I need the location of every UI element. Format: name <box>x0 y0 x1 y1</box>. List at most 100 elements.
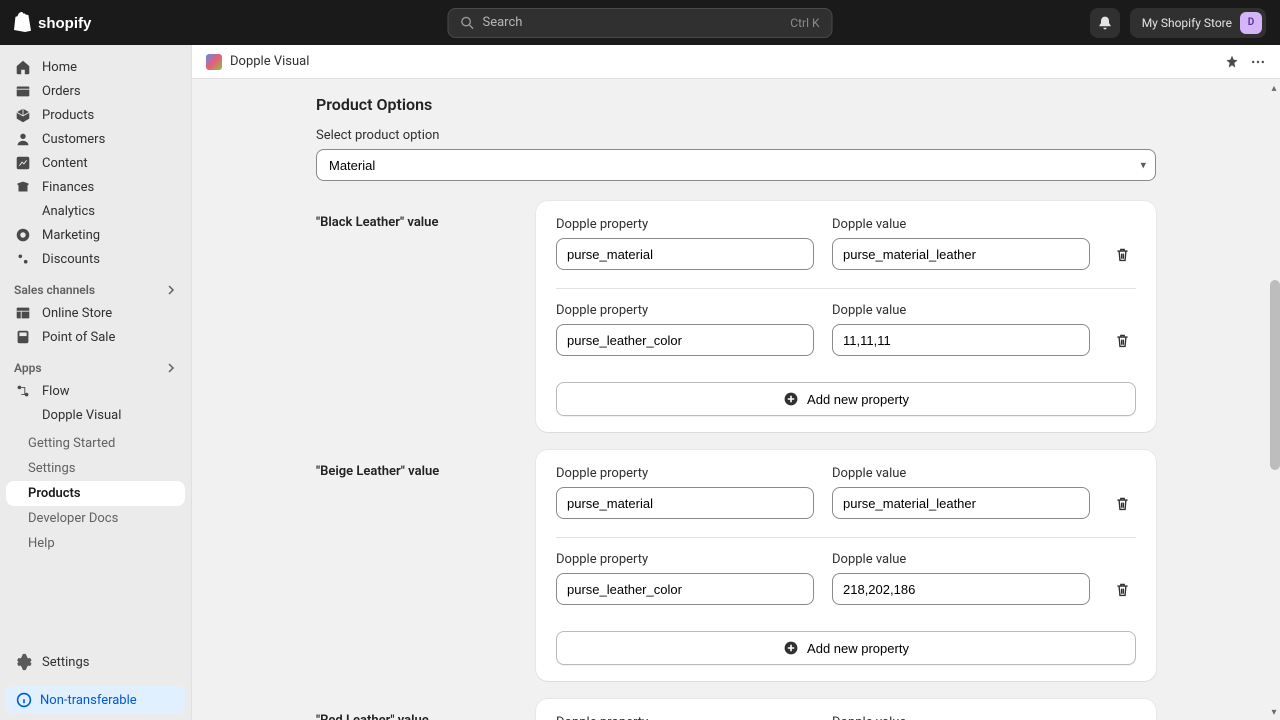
add-property-button[interactable]: Add new property <box>556 382 1136 416</box>
scroll-up-arrow[interactable]: ▴ <box>1268 82 1280 94</box>
app-sub-settings[interactable]: Settings <box>6 456 185 481</box>
value-input[interactable] <box>832 573 1090 605</box>
sidebar-item-point-of-sale[interactable]: Point of Sale <box>6 325 185 349</box>
value-input[interactable] <box>832 238 1090 270</box>
sidebar-item-flow[interactable]: Flow <box>6 379 185 403</box>
option-value-label: "Beige Leather" value <box>316 450 516 479</box>
value-input[interactable] <box>832 324 1090 356</box>
sidebar-item-orders[interactable]: Orders <box>6 79 185 103</box>
property-label: Dopple property <box>556 303 814 318</box>
value-label: Dopple value <box>832 303 1090 318</box>
customers-icon <box>14 130 32 148</box>
select-label: Select product option <box>316 128 1156 143</box>
more-icon[interactable] <box>1250 54 1266 70</box>
app-sub-getting-started[interactable]: Getting Started <box>6 431 185 456</box>
option-card: Dopple property Dopple value Dopple prop… <box>536 450 1156 681</box>
app-icon <box>206 54 222 70</box>
property-input[interactable] <box>556 238 814 270</box>
discounts-icon <box>14 250 32 268</box>
add-property-button[interactable]: Add new property <box>556 631 1136 665</box>
products-icon <box>14 106 32 124</box>
search-shortcut: Ctrl K <box>790 16 819 30</box>
shopify-logo[interactable]: shopify <box>14 12 94 34</box>
option-value-label: "Red Leather" value <box>316 699 516 720</box>
option-card: Dopple property Dopple value Dopple prop… <box>536 201 1156 432</box>
trash-icon <box>1114 332 1131 349</box>
home-icon <box>14 58 32 76</box>
topbar: shopify Search Ctrl K My Shopify Store D <box>0 0 1280 45</box>
property-row: Dopple property Dopple value <box>556 552 1136 623</box>
trash-icon <box>1114 246 1131 263</box>
search-icon <box>461 16 475 30</box>
analytics-icon <box>14 202 32 220</box>
value-label: Dopple value <box>832 466 1090 481</box>
sidebar-item-online-store[interactable]: Online Store <box>6 301 185 325</box>
value-label: Dopple value <box>832 217 1090 232</box>
plus-circle-icon <box>783 391 799 407</box>
property-row: Dopple property Dopple value <box>556 466 1136 538</box>
value-label: Dopple value <box>832 715 1090 720</box>
sidebar-item-content[interactable]: Content <box>6 151 185 175</box>
value-input[interactable] <box>832 487 1090 519</box>
plus-circle-icon <box>783 640 799 656</box>
store-icon <box>14 304 32 322</box>
svg-text:shopify: shopify <box>38 15 92 31</box>
notifications-button[interactable] <box>1090 8 1120 38</box>
flow-icon <box>14 382 32 400</box>
sidebar-item-discounts[interactable]: Discounts <box>6 247 185 271</box>
sidebar-item-products[interactable]: Products <box>6 103 185 127</box>
property-label: Dopple property <box>556 217 814 232</box>
finances-icon <box>14 178 32 196</box>
store-switcher[interactable]: My Shopify Store D <box>1130 8 1266 38</box>
search-placeholder: Search <box>483 15 523 30</box>
store-name: My Shopify Store <box>1142 16 1232 30</box>
avatar: D <box>1240 12 1262 34</box>
delete-property-button[interactable] <box>1108 573 1136 605</box>
pin-icon[interactable] <box>1224 54 1240 70</box>
property-row: Dopple property Dopple value <box>556 715 1136 720</box>
delete-property-button[interactable] <box>1108 487 1136 519</box>
sidebar-item-dopple-visual[interactable]: Dopple Visual <box>6 403 185 427</box>
property-input[interactable] <box>556 573 814 605</box>
marketing-icon <box>14 226 32 244</box>
property-label: Dopple property <box>556 552 814 567</box>
product-option-select[interactable]: Material <box>316 149 1156 181</box>
delete-property-button[interactable] <box>1108 238 1136 270</box>
option-card: Dopple property Dopple value <box>536 699 1156 720</box>
trash-icon <box>1114 495 1131 512</box>
property-row: Dopple property Dopple value <box>556 303 1136 374</box>
orders-icon <box>14 82 32 100</box>
property-label: Dopple property <box>556 466 814 481</box>
sidebar: Home Orders Products Customers Content F… <box>0 45 192 720</box>
sidebar-item-finances[interactable]: Finances <box>6 175 185 199</box>
app-sub-help[interactable]: Help <box>6 531 185 556</box>
delete-property-button[interactable] <box>1108 324 1136 356</box>
trash-icon <box>1114 581 1131 598</box>
apps-header[interactable]: Apps <box>0 353 191 379</box>
info-icon <box>16 692 32 708</box>
property-row: Dopple property Dopple value <box>556 217 1136 289</box>
sidebar-item-home[interactable]: Home <box>6 55 185 79</box>
chevron-right-icon <box>165 362 177 374</box>
global-search[interactable]: Search Ctrl K <box>448 8 833 38</box>
chevron-right-icon <box>165 284 177 296</box>
app-title: Dopple Visual <box>230 54 309 69</box>
property-input[interactable] <box>556 487 814 519</box>
content-icon <box>14 154 32 172</box>
app-sub-developer-docs[interactable]: Developer Docs <box>6 506 185 531</box>
app-header: Dopple Visual <box>192 45 1280 79</box>
option-value-label: "Black Leather" value <box>316 201 516 230</box>
scrollbar-thumb[interactable] <box>1270 280 1280 470</box>
scroll-down-arrow[interactable]: ▾ <box>1268 706 1280 718</box>
sidebar-item-settings[interactable]: Settings <box>6 650 185 674</box>
property-input[interactable] <box>556 324 814 356</box>
sidebar-item-customers[interactable]: Customers <box>6 127 185 151</box>
sidebar-item-marketing[interactable]: Marketing <box>6 223 185 247</box>
gear-icon <box>14 653 32 671</box>
sidebar-item-analytics[interactable]: Analytics <box>6 199 185 223</box>
dopple-icon <box>14 406 32 424</box>
page-title: Product Options <box>316 95 1156 114</box>
sales-channels-header[interactable]: Sales channels <box>0 275 191 301</box>
app-sub-products[interactable]: Products <box>6 481 185 506</box>
non-transferable-badge[interactable]: Non-transferable <box>6 686 185 714</box>
